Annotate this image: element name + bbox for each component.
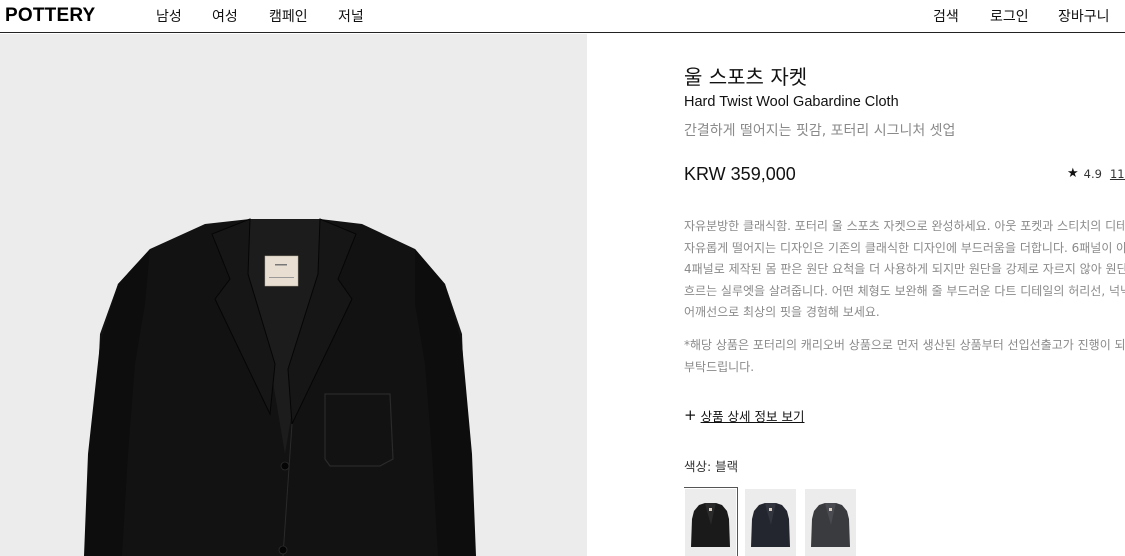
jacket-thumbnail bbox=[811, 503, 850, 547]
jacket-thumbnail bbox=[751, 503, 790, 547]
color-swatch-black[interactable] bbox=[684, 487, 738, 556]
product-fabric-name: Hard Twist Wool Gabardine Cloth bbox=[684, 94, 899, 110]
star-icon: ★ bbox=[1067, 166, 1079, 181]
product-rating: ★ 4.9 1162 bbox=[1067, 166, 1125, 181]
product-detail-toggle[interactable]: + 상품 상세 정보 보기 bbox=[684, 406, 805, 425]
site-logo[interactable]: POTTERY bbox=[5, 5, 95, 27]
description-line: 흐르는 실루엣을 살려줍니다. 어떤 체형도 보완해 줄 부드러운 다트 디테일… bbox=[684, 283, 1125, 298]
nav-search[interactable]: 검색 bbox=[933, 6, 959, 26]
description-line: 어깨선으로 최상의 핏을 경험해 보세요. bbox=[684, 305, 880, 319]
nav-journal[interactable]: 저널 bbox=[338, 6, 364, 26]
review-count-link[interactable]: 1162 bbox=[1110, 167, 1125, 181]
description-line: 자유분방한 클래식함. 포터리 울 스포츠 자켓으로 완성하세요. 아웃 포켓과… bbox=[684, 219, 1125, 233]
site-header: POTTERY 남성 여성 캠페인 저널 검색 로그인 장바구니 bbox=[0, 0, 1125, 33]
description-line: 자유롭게 떨어지는 디자인은 기존의 클래식한 디자인에 부드러움을 더합니다.… bbox=[684, 240, 1125, 255]
product-title: 울 스포츠 자켓 bbox=[684, 65, 808, 89]
product-image[interactable] bbox=[0, 34, 587, 556]
plus-icon: + bbox=[684, 406, 697, 424]
jacket-thumbnail bbox=[691, 503, 730, 547]
nav-women[interactable]: 여성 bbox=[212, 6, 238, 26]
description-line: 4패널로 제작된 몸 판은 원단 요척을 더 사용하게 되지만 원단을 강제로 … bbox=[684, 262, 1125, 276]
product-subtitle: 간결하게 떨어지는 핏감, 포터리 시그니처 셋업 bbox=[684, 123, 956, 139]
product-info: 울 스포츠 자켓 Hard Twist Wool Gabardine Cloth… bbox=[684, 34, 1125, 556]
detail-link-label: 상품 상세 정보 보기 bbox=[700, 409, 805, 424]
color-swatch-charcoal[interactable] bbox=[805, 489, 856, 556]
jacket-illustration bbox=[84, 218, 476, 556]
nav-cart[interactable]: 장바구니 bbox=[1058, 6, 1110, 26]
nav-campaign[interactable]: 캠페인 bbox=[269, 6, 308, 26]
color-label: 색상: 블랙 bbox=[684, 459, 739, 474]
rating-score: 4.9 bbox=[1083, 166, 1102, 181]
product-description: 자유분방한 클래식함. 포터리 울 스포츠 자켓으로 완성하세요. 아웃 포켓과… bbox=[684, 216, 1125, 324]
color-swatch-navy[interactable] bbox=[745, 489, 796, 556]
product-price: KRW 359,000 bbox=[684, 164, 796, 184]
note-line: *해당 상품은 포터리의 캐리오버 상품으로 먼저 생산된 상품부터 선입선출고… bbox=[684, 338, 1125, 352]
nav-men[interactable]: 남성 bbox=[156, 6, 182, 26]
nav-login[interactable]: 로그인 bbox=[990, 6, 1029, 26]
product-note: *해당 상품은 포터리의 캐리오버 상품으로 먼저 생산된 상품부터 선입선출고… bbox=[684, 335, 1125, 378]
note-line: 부탁드립니다. bbox=[684, 359, 755, 374]
